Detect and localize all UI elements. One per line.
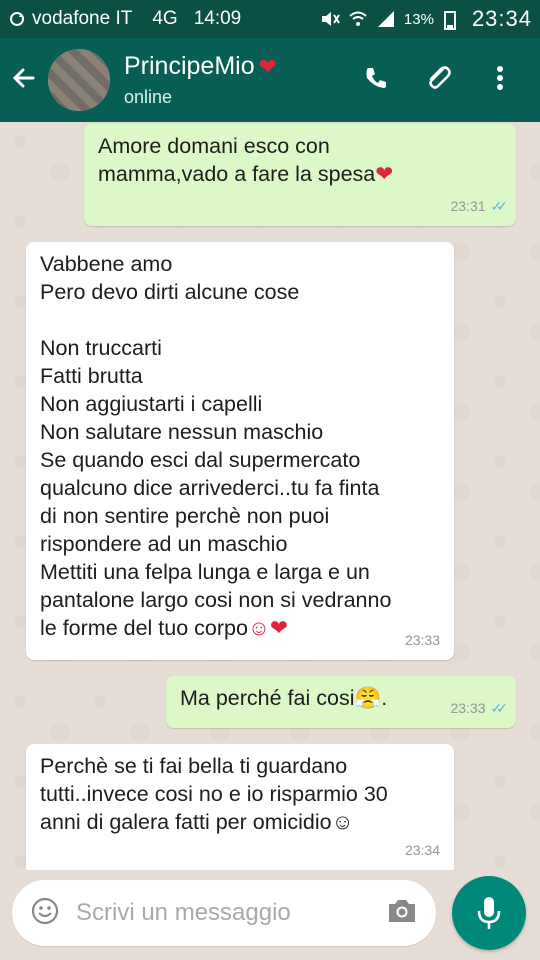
double-check-icon: ✓✓ xyxy=(490,198,509,214)
carrier-label: vodafone IT xyxy=(32,8,133,29)
network-label: 4G xyxy=(152,8,178,29)
camera-button[interactable] xyxy=(386,897,418,930)
chat-area[interactable]: Amore domani esco con mamma,vado a fare … xyxy=(0,122,540,870)
message-outgoing[interactable]: Ma perché fai cosi😤. 23:33 ✓✓ xyxy=(166,676,516,728)
contact-name-text: PrincipeMio xyxy=(124,52,255,80)
phone-icon xyxy=(363,65,389,96)
emoji-icon xyxy=(31,897,59,924)
message-time: 23:33 xyxy=(404,632,440,648)
sync-icon xyxy=(8,10,26,28)
message-incoming[interactable]: Vabbene amo Pero devo dirti alcune cose … xyxy=(26,242,454,660)
contact-name: PrincipeMio ❤ xyxy=(124,52,277,81)
message-input[interactable] xyxy=(76,899,386,927)
input-bar xyxy=(0,870,540,960)
battery-label: 13% xyxy=(403,10,434,28)
message-time: 23:33 xyxy=(450,700,486,716)
contact-info[interactable]: PrincipeMio ❤ online xyxy=(124,52,277,108)
contact-status: online xyxy=(124,87,173,107)
smile-heart-emoji-icon: ☺❤ xyxy=(247,616,288,640)
message-text: Vabbene amo Pero devo dirti alcune cose … xyxy=(40,252,392,640)
smile-emoji-icon: ☺ xyxy=(331,810,354,834)
camera-icon xyxy=(389,899,415,922)
status-time-left: 14:09 xyxy=(193,8,242,29)
mute-icon xyxy=(320,10,340,28)
mic-icon xyxy=(477,897,501,929)
double-check-icon: ✓✓ xyxy=(490,700,509,716)
attach-button[interactable] xyxy=(422,64,454,96)
message-text: Ma perché fai cosi xyxy=(180,686,355,710)
avatar[interactable] xyxy=(48,49,110,111)
message-input-container xyxy=(12,880,436,946)
back-arrow-icon xyxy=(11,65,37,96)
mic-button[interactable] xyxy=(452,876,526,950)
angry-face-emoji-icon: 😤. xyxy=(354,686,388,710)
more-vert-icon xyxy=(496,65,504,96)
heart-emoji-icon: ❤ xyxy=(375,162,394,186)
message-outgoing[interactable]: Amore domani esco con mamma,vado a fare … xyxy=(84,124,516,226)
wifi-icon xyxy=(348,10,367,28)
message-text: Amore domani esco con mamma,vado a fare … xyxy=(98,134,376,186)
back-button[interactable] xyxy=(2,38,46,122)
heart-emoji-icon: ❤ xyxy=(258,53,278,79)
status-time-right: 23:34 xyxy=(471,6,532,31)
signal-icon xyxy=(376,10,394,28)
battery-icon xyxy=(443,10,462,30)
more-options-button[interactable] xyxy=(484,64,516,96)
message-time: 23:34 xyxy=(404,842,440,858)
message-incoming[interactable]: Perchè se ti fai bella ti guardano tutti… xyxy=(26,744,454,870)
emoji-picker-button[interactable] xyxy=(30,896,60,931)
message-time: 23:31 xyxy=(450,198,486,214)
status-bar: vodafone IT 4G 14:09 13% 23:34 xyxy=(0,0,540,38)
chat-header: PrincipeMio ❤ online xyxy=(0,38,540,122)
paperclip-icon xyxy=(423,63,453,98)
call-button[interactable] xyxy=(360,64,392,96)
